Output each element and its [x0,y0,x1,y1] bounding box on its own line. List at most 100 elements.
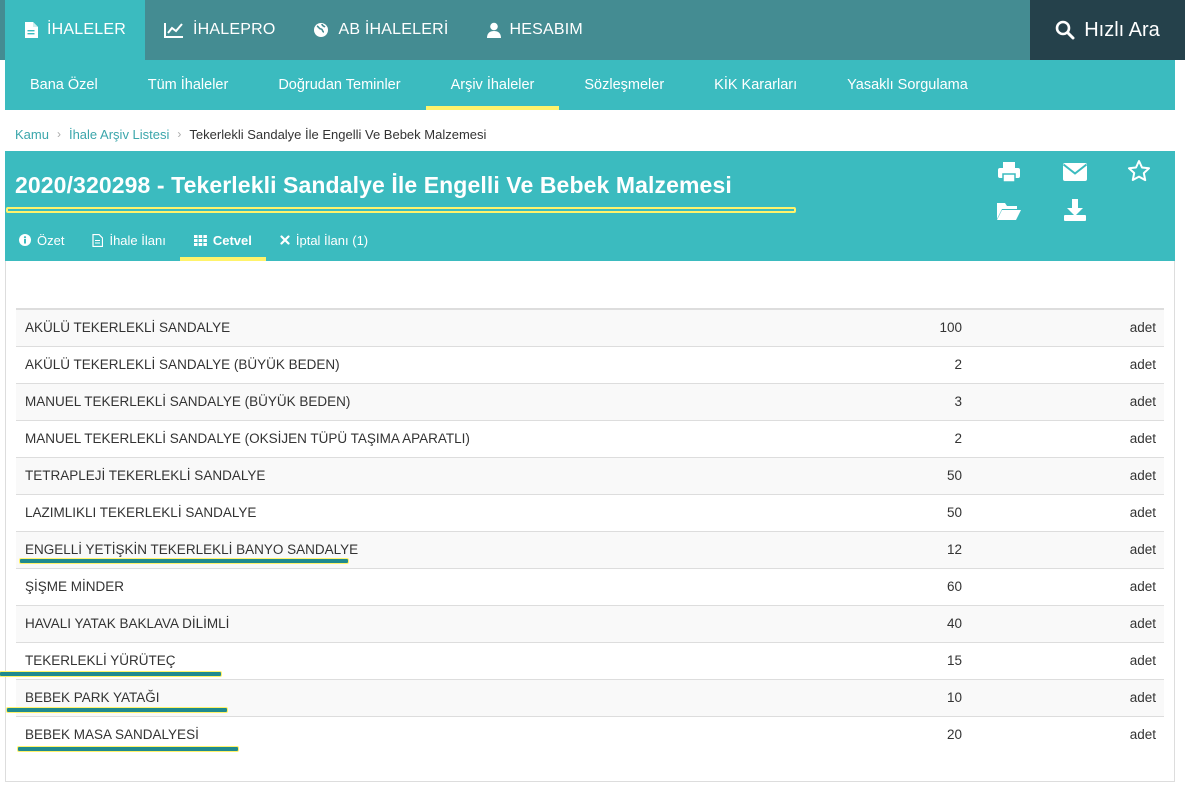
tab-label: Özet [37,232,65,248]
globe-icon [314,23,329,37]
cetvel-panel: AKÜLÜ TEKERLEKLİ SANDALYE 100 adet AKÜLÜ… [0,261,1175,782]
table-row: HAVALI YATAK BAKLAVA DİLİMLİ 40 adet [16,604,1164,642]
item-unit: adet [1074,567,1164,605]
item-quantity: 15 [844,641,1074,679]
tab-label: Cetvel [212,232,252,248]
item-quantity: 50 [844,493,1074,531]
table-row: MANUEL TEKERLEKLİ SANDALYE (BÜYÜK BEDEN)… [16,382,1164,420]
item-name: AKÜLÜ TEKERLEKLİ SANDALYE [16,308,844,346]
item-quantity: 100 [844,308,1074,346]
nav-label: İHALEPRO [192,21,276,38]
envelope-icon[interactable] [1062,160,1088,184]
item-quantity: 2 [844,345,1074,383]
nav-ab-ihaleleri[interactable]: AB İHALELERİ [294,0,467,60]
nav-hesabim[interactable]: HESABIM [468,0,602,60]
tab-ozet[interactable]: Özet [5,219,78,261]
breadcrumb-kamu[interactable]: Kamu [15,127,49,142]
table-row: AKÜLÜ TEKERLEKLİ SANDALYE 100 adet [16,308,1164,346]
table-row: AKÜLÜ TEKERLEKLİ SANDALYE (BÜYÜK BEDEN) … [16,345,1164,383]
item-unit: adet [1074,493,1164,531]
item-name: HAVALI YATAK BAKLAVA DİLİMLİ [16,604,844,642]
items-table: AKÜLÜ TEKERLEKLİ SANDALYE 100 adet AKÜLÜ… [0,308,1164,753]
item-name: TETRAPLEJİ TEKERLEKLİ SANDALYE [16,456,844,494]
tab-cetvel[interactable]: Cetvel [179,219,266,261]
table-row: ŞİŞME MİNDER 60 adet [16,567,1164,605]
breadcrumb: Kamu › İhale Arşiv Listesi › Tekerlekli … [15,125,486,143]
item-name: BEBEK MASA SANDALYESİ [25,727,199,743]
file-icon [92,233,104,247]
info-circle-icon [19,234,31,246]
title-highlight [6,207,796,213]
item-name: AKÜLÜ TEKERLEKLİ SANDALYE (BÜYÜK BEDEN) [16,345,844,383]
breadcrumb-ihale-arsiv-listesi[interactable]: İhale Arşiv Listesi [69,127,169,142]
item-quantity: 40 [844,604,1074,642]
print-icon[interactable] [996,160,1022,184]
item-unit: adet [1074,382,1164,420]
download-icon[interactable] [1062,198,1088,222]
table-row: TETRAPLEJİ TEKERLEKLİ SANDALYE 50 adet [16,456,1164,494]
item-unit: adet [1074,604,1164,642]
item-name: BEBEK PARK YATAĞI [25,690,160,705]
table-row: ENGELLİ YETİŞKİN TEKERLEKLİ BANYO SANDAL… [16,530,1164,568]
subnav-bana-ozel[interactable]: Bana Özel [5,60,123,110]
quick-search-button[interactable]: Hızlı Ara [1030,0,1185,60]
tab-iptal-ilani[interactable]: İptal İlanı (1) [266,219,382,261]
tab-label: İhale İlanı [109,232,166,248]
table-row: MANUEL TEKERLEKLİ SANDALYE (OKSİJEN TÜPÜ… [16,419,1164,457]
subnav-yasakli-sorgulama[interactable]: Yasaklı Sorgulama [822,60,993,110]
item-name-cell: ENGELLİ YETİŞKİN TEKERLEKLİ BANYO SANDAL… [16,530,844,568]
item-quantity: 2 [844,419,1074,457]
tab-label: İptal İlanı (1) [295,232,369,248]
item-unit: adet [1074,308,1164,346]
document-icon [25,22,38,38]
nav-ihalepro[interactable]: İHALEPRO [145,0,295,60]
item-unit: adet [1074,678,1164,716]
subnav-dogrudan-teminler[interactable]: Doğrudan Teminler [253,60,425,110]
subnav-tum-ihaleler[interactable]: Tüm İhaleler [123,60,254,110]
nav-label: AB İHALELERİ [338,21,449,38]
tender-header: 2020/320298 - Tekerlekli Sandalye İle En… [5,151,1175,261]
close-icon [280,235,290,245]
table-row: BEBEK PARK YATAĞI 10 adet [6,678,1164,716]
text-highlight [6,706,228,713]
main-nav: İHALELER İHALEPRO AB İHALELERİ HESABIM [5,0,602,60]
item-unit: adet [1074,419,1164,457]
nav-label: HESABIM [509,21,583,38]
chevron-right-icon: › [177,127,182,141]
item-unit: adet [1074,456,1164,494]
sub-nav: Bana Özel Tüm İhaleler Doğrudan Teminler… [5,60,1175,110]
table-row: TEKERLEKLİ YÜRÜTEÇ 15 adet [0,641,1164,679]
item-quantity: 20 [844,715,1074,753]
chevron-right-icon: › [56,127,61,141]
subnav-arsiv-ihaleler[interactable]: Arşiv İhaleler [425,60,560,110]
star-icon[interactable] [1126,159,1152,183]
item-quantity: 50 [844,456,1074,494]
item-quantity: 3 [844,382,1074,420]
folder-open-icon[interactable] [996,199,1022,223]
nav-ihaleler[interactable]: İHALELER [5,0,145,60]
item-unit: adet [1074,715,1164,753]
tender-tabs: Özet İhale İlanı Cetvel İptal İlanı (1) [5,219,382,261]
subnav-sozlesmeler[interactable]: Sözleşmeler [559,60,689,110]
text-highlight [0,670,222,677]
table-row: LAZIMLIKLI TEKERLEKLİ SANDALYE 50 adet [16,493,1164,531]
tab-ihale-ilani[interactable]: İhale İlanı [78,219,179,261]
item-name: LAZIMLIKLI TEKERLEKLİ SANDALYE [16,493,844,531]
item-name: MANUEL TEKERLEKLİ SANDALYE (BÜYÜK BEDEN) [16,382,844,420]
nav-label: İHALELER [47,21,126,38]
top-navbar: İHALELER İHALEPRO AB İHALELERİ HESABIM H… [0,0,1185,60]
search-icon [1055,20,1075,40]
text-highlight [17,745,239,752]
item-name-cell: TEKERLEKLİ YÜRÜTEÇ [0,641,844,679]
item-quantity: 10 [844,678,1074,716]
page-title: 2020/320298 - Tekerlekli Sandalye İle En… [15,172,732,198]
user-icon [486,22,501,38]
subnav-kik-kararlari[interactable]: KİK Kararları [689,60,822,110]
quick-search-label: Hızlı Ara [1084,18,1160,41]
item-name: TEKERLEKLİ YÜRÜTEÇ [25,653,176,668]
item-unit: adet [1074,530,1164,568]
item-unit: adet [1074,345,1164,383]
item-quantity: 60 [844,567,1074,605]
text-highlight [19,557,349,564]
item-name: ENGELLİ YETİŞKİN TEKERLEKLİ BANYO SANDAL… [25,542,359,557]
